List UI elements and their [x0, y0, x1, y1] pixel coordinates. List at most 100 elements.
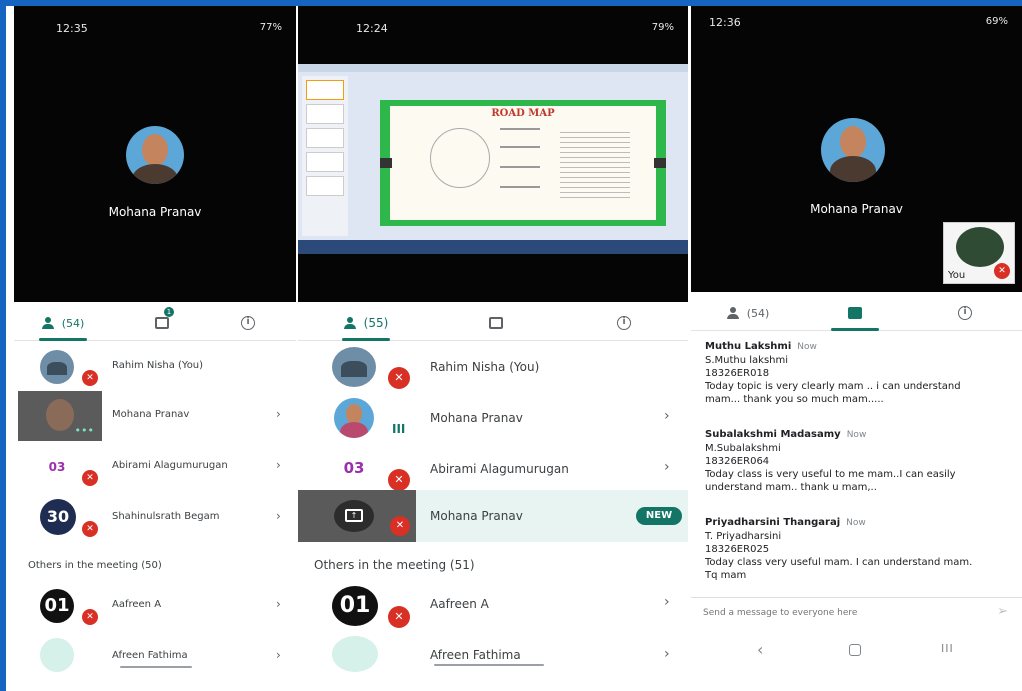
participant-name: Mohana Pranav: [430, 509, 523, 523]
mic-off-icon: ✕: [82, 521, 98, 537]
avatar: 01: [332, 586, 378, 626]
presentation-thumbnail: ↑ ✕: [298, 490, 416, 542]
status-bar: 12:24 79%: [298, 6, 688, 46]
tab-bar: (54) 1 i: [14, 303, 296, 341]
message-line: Today class very useful mam. I can under…: [705, 557, 973, 568]
home-gesture-bar: [434, 664, 544, 666]
participant-row[interactable]: ••• Mohana Pranav ›: [14, 391, 296, 441]
tab-chat[interactable]: [831, 301, 879, 331]
participant-row[interactable]: 01 ✕ Aafreen A ›: [14, 581, 296, 631]
main-video-tile: 12:35 77% Mohana Pranav: [14, 6, 296, 302]
mic-off-icon: ✕: [82, 370, 98, 386]
tab-info[interactable]: i: [604, 311, 644, 335]
participant-name: Aafreen A: [112, 599, 162, 610]
taskbar: [298, 240, 688, 254]
mic-off-icon: ✕: [388, 606, 410, 628]
message-line: mam... thank you so much mam.....: [705, 394, 884, 405]
avatar: [332, 636, 378, 672]
message-line: T. Priyadharsini: [705, 531, 782, 542]
participant-row[interactable]: 30 ✕ Shahinulsrath Begam ›: [14, 493, 296, 543]
message-line: Tq mam: [705, 570, 747, 581]
participant-name: Rahim Nisha (You): [430, 360, 540, 374]
speaking-dots-icon: •••: [74, 424, 94, 437]
slide-canvas: ROAD MAP: [390, 106, 656, 220]
tab-people[interactable]: (54): [723, 301, 773, 325]
message-line: understand mam.. thank u mam,..: [705, 482, 877, 493]
message-time: Now: [846, 518, 866, 528]
status-bar: 12:36 69%: [691, 6, 1022, 46]
status-time: 12:36: [709, 16, 741, 29]
tab-info[interactable]: i: [228, 311, 268, 335]
avatar: [332, 347, 376, 387]
mic-off-icon: ✕: [994, 263, 1010, 279]
others-section-header: Others in the meeting (51): [314, 558, 475, 572]
message-input[interactable]: [703, 604, 973, 622]
chevron-right-icon: ›: [276, 648, 281, 662]
chat-icon: [155, 317, 169, 329]
battery-level: 69%: [985, 16, 1008, 27]
self-view-tile[interactable]: You ✕: [943, 222, 1015, 284]
avatar: [334, 398, 374, 438]
message-line: 18326ER064: [705, 456, 770, 467]
caller-name: Mohana Pranav: [810, 202, 903, 216]
chevron-right-icon: ›: [276, 458, 281, 472]
tab-people[interactable]: (54): [38, 311, 88, 341]
message-line: 18326ER018: [705, 368, 770, 379]
chevron-right-icon: ›: [276, 407, 281, 421]
message-line: Today topic is very clearly mam .. i can…: [705, 381, 961, 392]
people-icon: [343, 317, 360, 329]
participant-name: Shahinulsrath Begam: [112, 511, 220, 522]
chevron-right-icon: ›: [664, 408, 670, 424]
message-sender: Subalakshmi Madasamy: [705, 429, 841, 440]
home-gesture-bar: [120, 666, 192, 668]
chevron-right-icon: ›: [276, 509, 281, 523]
self-label: You: [948, 270, 966, 281]
back-icon[interactable]: ‹: [757, 640, 763, 659]
mic-off-icon: ✕: [82, 609, 98, 625]
mic-off-icon: ✕: [388, 367, 410, 389]
tab-info[interactable]: i: [945, 301, 985, 325]
tab-chat[interactable]: [476, 311, 516, 335]
others-section-header: Others in the meeting (50): [28, 560, 162, 571]
home-icon[interactable]: [849, 644, 861, 656]
chat-icon: [848, 307, 862, 319]
chevron-right-icon: ›: [664, 459, 670, 475]
tab-bar: (54) i: [691, 293, 1022, 331]
info-icon: i: [617, 316, 631, 330]
avatar: [40, 638, 74, 672]
chat-message: Muthu Lakshmi Now S.Muthu lakshmi 18326ER…: [705, 340, 1012, 406]
participant-row[interactable]: Afreen Fathima ›: [14, 634, 296, 672]
participant-row[interactable]: ✕ Rahim Nisha (You): [298, 341, 688, 393]
caller-avatar: [821, 118, 885, 182]
info-icon: i: [958, 306, 972, 320]
participant-row[interactable]: III Mohana Pranav ›: [298, 392, 688, 444]
meet-screen-presentation: 12:24 79% ROAD MAP (55) i ✕ Rahim Nisha …: [298, 6, 688, 691]
message-line: S.Muthu lakshmi: [705, 355, 789, 366]
participant-row[interactable]: 03 ✕ Abirami Alagumurugan ›: [14, 442, 296, 492]
people-icon: [726, 307, 743, 319]
status-time: 12:35: [56, 22, 88, 35]
shared-screen: ROAD MAP: [298, 64, 688, 254]
participant-row[interactable]: 03 ✕ Abirami Alagumurugan ›: [298, 443, 688, 495]
android-nav-bar: ‹ III: [691, 636, 1022, 666]
message-composer: ➢: [691, 597, 1022, 627]
main-video-tile: 12:36 69% Mohana Pranav You ✕: [691, 6, 1022, 292]
chevron-right-icon: ›: [276, 597, 281, 611]
people-icon: [41, 317, 58, 329]
recents-icon[interactable]: III: [941, 642, 954, 655]
participant-row[interactable]: ✕ Rahim Nisha (You): [14, 342, 296, 392]
mic-off-icon: ✕: [82, 470, 98, 486]
message-line: M.Subalakshmi: [705, 443, 781, 454]
mic-off-icon: ✕: [388, 469, 410, 491]
tab-chat[interactable]: [142, 311, 182, 335]
people-count: (54): [746, 306, 770, 320]
participant-row[interactable]: Afreen Fathima ›: [298, 630, 688, 672]
slide-thumbnails: [302, 76, 348, 236]
participant-row-presenting[interactable]: ↑ ✕ Mohana Pranav NEW: [298, 490, 688, 542]
mic-off-icon: ✕: [390, 516, 410, 536]
send-icon[interactable]: ➢: [997, 604, 1008, 619]
avatar: 01: [40, 589, 74, 623]
tab-people[interactable]: (55): [336, 311, 396, 341]
status-time: 12:24: [356, 22, 388, 35]
participant-row[interactable]: 01 ✕ Aafreen A ›: [298, 578, 688, 630]
